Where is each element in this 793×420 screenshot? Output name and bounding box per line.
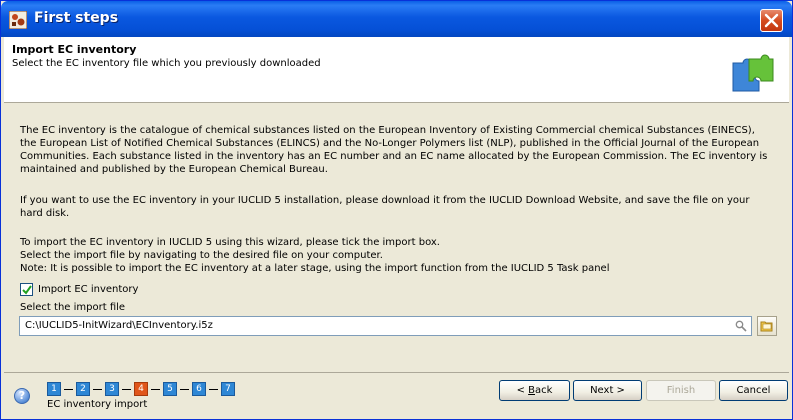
step-connector [209, 388, 218, 390]
next-button[interactable]: Next > [573, 380, 642, 401]
header-subtitle: Select the EC inventory file which you p… [12, 58, 321, 69]
step-3[interactable]: 3 [105, 382, 119, 396]
wizard-steps: 1 2 3 4 5 6 7 [47, 382, 235, 396]
finish-button[interactable]: Finish [646, 380, 716, 401]
title-bar[interactable]: First steps [1, 1, 792, 37]
step-connector [64, 388, 73, 390]
import-checkbox-row[interactable]: Import EC inventory [20, 282, 138, 297]
footer-separator [4, 372, 789, 373]
puzzle-icon [732, 54, 774, 92]
step-6[interactable]: 6 [192, 382, 206, 396]
wizard-content: The EC inventory is the catalogue of che… [4, 104, 789, 372]
file-field-label: Select the import file [20, 302, 126, 313]
step-2[interactable]: 2 [76, 382, 90, 396]
ec-inventory-description: The EC inventory is the catalogue of che… [20, 125, 768, 175]
import-file-path: C:\IUCLID5-InitWizard\ECInventory.i5z [25, 320, 213, 331]
search-icon[interactable] [735, 320, 747, 332]
wizard-header: Import EC inventory Select the EC invent… [4, 37, 789, 103]
import-instructions: To import the EC inventory in IUCLID 5 u… [20, 236, 772, 275]
instruction-line-1: To import the EC inventory in IUCLID 5 u… [20, 237, 440, 248]
browse-button[interactable] [757, 316, 777, 336]
back-mnemonic: B [528, 385, 535, 396]
step-connector [180, 388, 189, 390]
instruction-line-2: Select the import file by navigating to … [20, 250, 383, 261]
close-icon [764, 13, 779, 28]
step-4-current[interactable]: 4 [134, 382, 148, 396]
close-button[interactable] [760, 9, 783, 32]
step-1[interactable]: 1 [47, 382, 61, 396]
window-title: First steps [34, 10, 119, 26]
step-7[interactable]: 7 [221, 382, 235, 396]
iuclid-app-icon [9, 11, 27, 29]
back-label-rest: ack [535, 385, 553, 396]
import-ec-inventory-checkbox[interactable] [20, 283, 33, 296]
header-title: Import EC inventory [12, 43, 137, 56]
cancel-button[interactable]: Cancel [719, 380, 788, 401]
step-5[interactable]: 5 [163, 382, 177, 396]
step-connector [151, 388, 160, 390]
current-step-label: EC inventory import [47, 399, 148, 410]
step-connector [93, 388, 102, 390]
step-connector [122, 388, 131, 390]
checkmark-icon [22, 285, 32, 295]
import-file-input[interactable]: C:\IUCLID5-InitWizard\ECInventory.i5z [19, 316, 752, 336]
help-icon[interactable]: ? [14, 388, 30, 404]
wizard-window: First steps Import EC inventory Select t… [0, 0, 793, 420]
import-checkbox-label[interactable]: Import EC inventory [38, 284, 138, 295]
back-button[interactable]: < Back [499, 380, 570, 401]
folder-icon [760, 321, 773, 332]
instruction-line-3: Note: It is possible to import the EC in… [20, 263, 610, 274]
download-instructions: If you want to use the EC inventory in y… [20, 195, 750, 219]
